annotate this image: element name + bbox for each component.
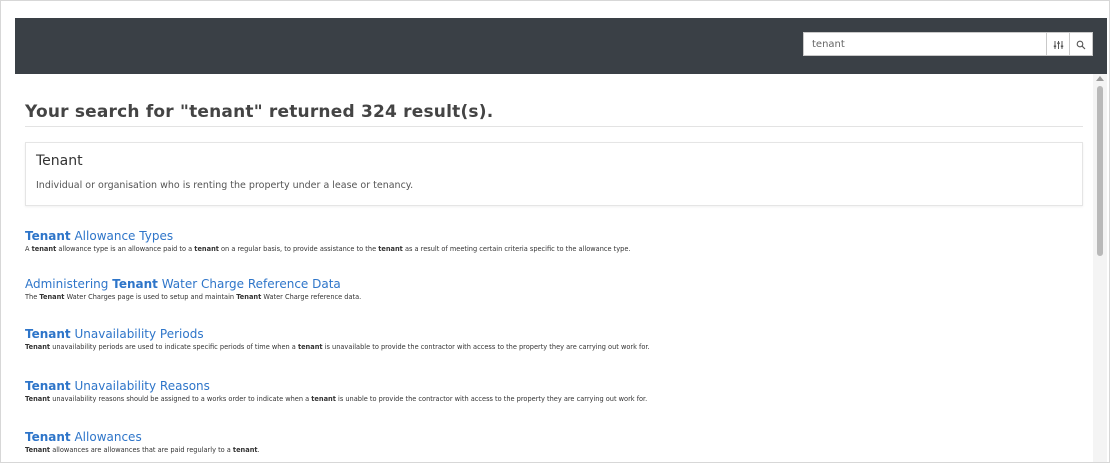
vertical-scrollbar[interactable] — [1093, 74, 1107, 462]
highlight-term: Tenant — [25, 446, 51, 454]
search-button[interactable] — [1069, 33, 1092, 55]
highlight-term: Tenant — [25, 395, 51, 403]
highlight-term: tenant — [232, 446, 258, 454]
result-link[interactable]: Tenant Allowances — [25, 430, 1075, 444]
magnifier-icon — [1076, 35, 1086, 54]
result-item: Tenant Allowances Tenant allowances are … — [25, 430, 1075, 454]
scroll-up-icon[interactable] — [1096, 76, 1104, 81]
results-heading: Your search for "tenant" returned 324 re… — [25, 102, 494, 122]
result-description: Tenant unavailability periods are used t… — [25, 343, 650, 351]
search-input[interactable] — [804, 33, 1046, 55]
filter-button[interactable] — [1046, 33, 1069, 55]
app-frame: Your search for "tenant" returned 324 re… — [0, 0, 1110, 463]
result-item: Administering Tenant Water Charge Refere… — [25, 277, 1075, 301]
highlight-term: tenant — [194, 245, 219, 253]
search-results-panel: Your search for "tenant" returned 324 re… — [15, 74, 1093, 462]
result-description: Tenant allowances are allowances that ar… — [25, 446, 260, 454]
highlight-term: Tenant — [39, 293, 65, 301]
result-link[interactable]: Tenant Unavailability Periods — [25, 327, 1075, 341]
result-description: A tenant allowance type is an allowance … — [25, 245, 631, 253]
result-description: Tenant unavailability reasons should be … — [25, 395, 648, 403]
definition-description: Individual or organisation who is rentin… — [36, 180, 414, 191]
highlight-term: tenant — [311, 395, 336, 403]
result-item: Tenant Allowance Types A tenant allowanc… — [25, 229, 1075, 253]
result-item: Tenant Unavailability Periods Tenant una… — [25, 327, 1075, 351]
definition-card: Tenant Individual or organisation who is… — [25, 142, 1083, 206]
sliders-icon — [1053, 35, 1064, 54]
scroll-thumb[interactable] — [1097, 86, 1103, 256]
highlight-term: tenant — [297, 343, 323, 351]
result-link[interactable]: Tenant Unavailability Reasons — [25, 379, 1075, 393]
search-box — [803, 32, 1093, 56]
heading-divider — [25, 126, 1083, 127]
result-item: Tenant Unavailability Reasons Tenant una… — [25, 379, 1075, 403]
result-link[interactable]: Tenant Allowance Types — [25, 229, 1075, 243]
highlight-term: Tenant — [25, 343, 51, 351]
top-bar — [15, 18, 1107, 74]
definition-title: Tenant — [36, 153, 83, 169]
highlight-term: tenant — [31, 245, 57, 253]
result-link[interactable]: Administering Tenant Water Charge Refere… — [25, 277, 1075, 291]
highlight-term: tenant — [378, 245, 403, 253]
result-description: The Tenant Water Charges page is used to… — [25, 293, 362, 301]
highlight-term: Tenant — [236, 293, 262, 301]
